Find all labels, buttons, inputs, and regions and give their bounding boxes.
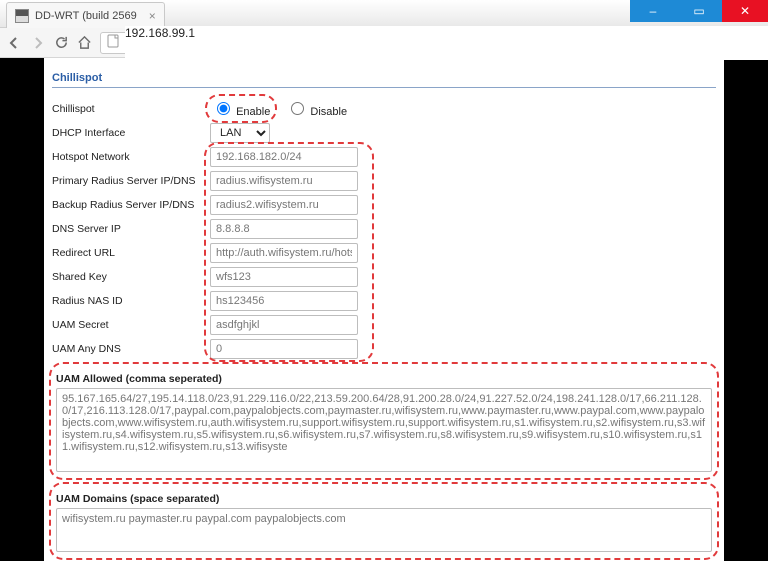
tab-favicon (15, 9, 29, 23)
window-minimize-button[interactable]: – (630, 0, 676, 22)
hotspot-network-label: Hotspot Network (52, 151, 210, 163)
window-maximize-button[interactable]: ▭ (676, 0, 722, 22)
uam-domains-textarea[interactable]: wifisystem.ru paymaster.ru paypal.com pa… (56, 508, 712, 552)
address-bar[interactable]: 192.168.99.1/Hotspot.asp ☆ (100, 32, 768, 54)
window-controls: – ▭ ✕ (630, 0, 768, 27)
page-icon (107, 34, 119, 51)
uam-allowed-label: UAM Allowed (comma seperated) (56, 373, 712, 385)
backup-radius-input[interactable] (210, 195, 358, 215)
page-content: Chillispot Chillispot Enable Disable DHC… (44, 58, 724, 561)
dhcp-interface-select[interactable]: LAN (210, 123, 270, 143)
chillispot-section: Chillispot Chillispot Enable Disable DHC… (52, 72, 716, 561)
radius-nas-id-input[interactable] (210, 291, 358, 311)
home-button[interactable] (77, 34, 92, 52)
radius-nas-id-label: Radius NAS ID (52, 295, 210, 307)
forward-button[interactable] (30, 34, 46, 52)
section-title: Chillispot (52, 72, 716, 88)
uam-any-dns-label: UAM Any DNS (52, 343, 210, 355)
uam-domains-label: UAM Domains (space separated) (56, 493, 712, 505)
uam-allowed-group: UAM Allowed (comma seperated) 95.167.165… (52, 365, 716, 477)
uam-secret-input[interactable] (210, 315, 358, 335)
dns-server-input[interactable] (210, 219, 358, 239)
tab-close-icon[interactable]: × (149, 9, 156, 23)
url-host: 192.168.99.1 (125, 26, 768, 60)
reload-button[interactable] (54, 34, 69, 52)
chillispot-disable-radio[interactable]: Disable (286, 99, 347, 118)
backup-radius-label: Backup Radius Server IP/DNS (52, 199, 210, 211)
chillispot-enable-label: Chillispot (52, 103, 210, 115)
dhcp-interface-label: DHCP Interface (52, 127, 210, 139)
redirect-url-label: Redirect URL (52, 247, 210, 259)
primary-radius-label: Primary Radius Server IP/DNS (52, 175, 210, 187)
shared-key-label: Shared Key (52, 271, 210, 283)
window-titlebar: DD-WRT (build 2569 × – ▭ ✕ (0, 0, 768, 28)
chillispot-enable-radio[interactable]: Enable (212, 106, 270, 118)
shared-key-input[interactable] (210, 267, 358, 287)
redirect-url-input[interactable] (210, 243, 358, 263)
uam-any-dns-input[interactable] (210, 339, 358, 359)
window-close-button[interactable]: ✕ (722, 0, 768, 22)
page-viewport: Chillispot Chillispot Enable Disable DHC… (0, 58, 768, 561)
primary-radius-input[interactable] (210, 171, 358, 191)
tab-title: DD-WRT (build 2569 (35, 10, 137, 22)
browser-tab[interactable]: DD-WRT (build 2569 × (6, 2, 165, 28)
enable-highlight: Enable (205, 94, 277, 123)
uam-allowed-textarea[interactable]: 95.167.165.64/27,195.14.118.0/23,91.229.… (56, 388, 712, 472)
dns-server-label: DNS Server IP (52, 223, 210, 235)
back-button[interactable] (6, 34, 22, 52)
browser-toolbar: 192.168.99.1/Hotspot.asp ☆ (0, 28, 768, 58)
uam-domains-group: UAM Domains (space separated) wifisystem… (52, 485, 716, 557)
hotspot-network-input[interactable] (210, 147, 358, 167)
uam-secret-label: UAM Secret (52, 319, 210, 331)
